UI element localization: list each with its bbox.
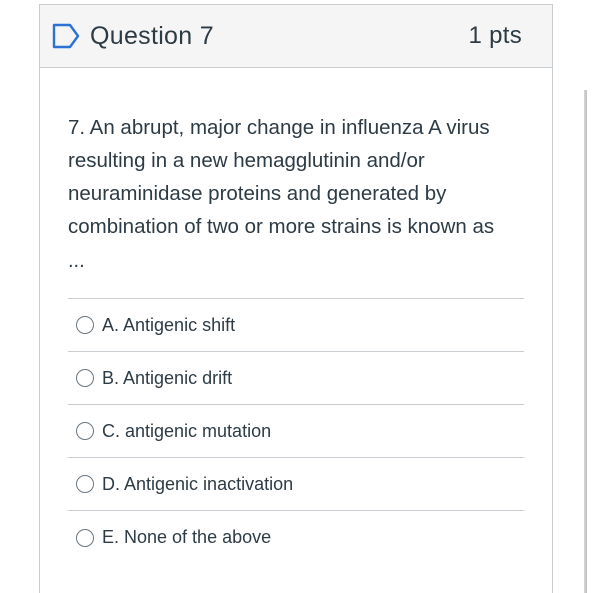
scrollbar[interactable] — [584, 90, 587, 593]
answer-label[interactable]: D. Antigenic inactivation — [102, 474, 293, 495]
radio-button-icon[interactable] — [76, 369, 94, 387]
question-body: 7. An abrupt, major change in influenza … — [40, 68, 552, 564]
answer-option-b[interactable]: B. Antigenic drift — [68, 352, 524, 405]
answer-list: A. Antigenic shift B. Antigenic drift C.… — [68, 298, 524, 564]
answer-option-d[interactable]: D. Antigenic inactivation — [68, 458, 524, 511]
radio-button-icon[interactable] — [76, 528, 94, 547]
question-card: Question 7 1 pts 7. An abrupt, major cha… — [39, 4, 553, 593]
question-text: 7. An abrupt, major change in influenza … — [68, 116, 495, 238]
question-ellipsis: ... — [68, 250, 85, 272]
question-header: Question 7 1 pts — [40, 5, 552, 68]
answer-option-c[interactable]: C. antigenic mutation — [68, 405, 524, 458]
question-header-left: Question 7 — [52, 22, 214, 51]
question-title: Question 7 — [90, 21, 214, 50]
answer-option-a[interactable]: A. Antigenic shift — [68, 299, 524, 352]
answer-label[interactable]: B. Antigenic drift — [102, 368, 232, 389]
answer-label[interactable]: C. antigenic mutation — [102, 421, 271, 442]
radio-button-icon[interactable] — [76, 475, 94, 493]
radio-button-icon[interactable] — [76, 316, 94, 334]
flag-outline-icon[interactable] — [52, 23, 80, 49]
answer-option-e[interactable]: E. None of the above — [68, 511, 524, 564]
radio-button-icon[interactable] — [76, 422, 94, 440]
answer-label[interactable]: A. Antigenic shift — [102, 315, 235, 336]
question-points: 1 pts — [468, 22, 522, 49]
answer-label[interactable]: E. None of the above — [102, 527, 271, 548]
